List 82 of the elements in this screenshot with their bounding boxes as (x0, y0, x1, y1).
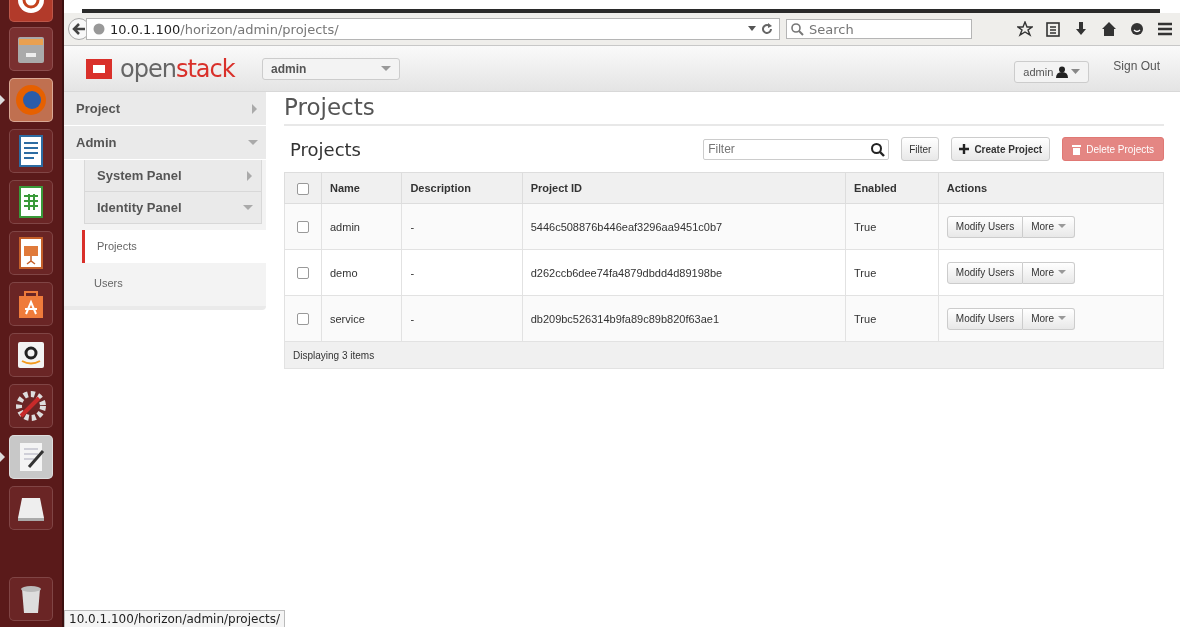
search-icon (871, 142, 886, 157)
table-cell: - (401, 249, 523, 296)
launcher-trash-button[interactable] (9, 577, 53, 621)
launcher-drive-button[interactable] (9, 486, 53, 530)
url-text: 10.0.1.100/horizon/admin/projects/ (110, 21, 339, 37)
menu-icon (1157, 21, 1173, 37)
sidebar-link[interactable]: Users (82, 267, 262, 300)
table-cell: 5446c508876b446eaf3296aa9451c0b7 (522, 203, 846, 250)
back-arrow-icon (72, 22, 86, 36)
download-arrow-icon (1073, 21, 1089, 37)
caret-right-icon (252, 103, 258, 114)
launcher-gear-wrench-button[interactable] (9, 384, 53, 428)
launcher-document-button[interactable] (9, 129, 53, 173)
search-field[interactable]: Search (786, 19, 972, 39)
caret-icon (381, 65, 391, 72)
openstack-logo-icon (84, 56, 114, 81)
more-dropdown-button[interactable]: More (1023, 307, 1075, 330)
launcher-notepad-pencil-button[interactable] (9, 435, 53, 479)
table-cell: True (845, 249, 939, 296)
modify-users-button[interactable]: Modify Users (946, 261, 1024, 284)
caret-icon (1057, 224, 1066, 229)
create-project-button[interactable]: Create Project (951, 137, 1051, 161)
caret-right-icon (247, 170, 253, 181)
sign-out-link[interactable]: Sign Out (1113, 58, 1160, 73)
column-header: Project ID (522, 172, 846, 204)
column-header: Name (321, 172, 402, 204)
plus-icon (959, 144, 970, 154)
launcher-shopping-bag-button[interactable] (9, 282, 53, 326)
caret-down-icon (243, 204, 253, 211)
launcher-spreadsheet-button[interactable] (9, 180, 53, 224)
caret-icon (1057, 316, 1066, 321)
checkbox[interactable] (297, 267, 309, 280)
sidebar-link[interactable]: Projects (82, 230, 268, 263)
home-icon (1101, 21, 1117, 37)
speech-bubble-icon (1129, 21, 1145, 37)
status-url-tooltip: 10.0.1.100/horizon/admin/projects/ (64, 610, 286, 627)
project-selector[interactable]: admin (262, 57, 400, 80)
launcher-drawer-button[interactable] (9, 27, 53, 71)
table-cell: admin (321, 203, 402, 250)
table-cell: d262ccb6dee74fa4879dbdd4d89198be (522, 249, 846, 296)
modify-users-button[interactable]: Modify Users (946, 307, 1024, 330)
user-icon (1056, 65, 1069, 78)
star-icon (1017, 21, 1033, 37)
modify-users-button[interactable]: Modify Users (946, 215, 1024, 238)
launcher-globe-button[interactable] (9, 78, 53, 122)
trash-icon (1072, 143, 1082, 155)
table-title: Projects (290, 138, 361, 160)
sidebar-item[interactable]: Project (64, 92, 266, 126)
checkbox[interactable] (297, 313, 309, 326)
filter-button[interactable]: Filter (901, 137, 940, 161)
search-icon (791, 23, 804, 36)
table-cell: True (845, 295, 939, 342)
launcher-smile-arrow-button[interactable] (9, 333, 53, 377)
checkbox[interactable] (297, 182, 309, 195)
clipboard-list-icon (1045, 21, 1061, 37)
filter-field[interactable]: Filter (703, 138, 890, 160)
sidebar-subitem[interactable]: Identity Panel (84, 192, 262, 224)
logo-text: openstack (120, 54, 235, 83)
user-menu-button[interactable]: admin (1014, 60, 1090, 83)
table-cell: - (401, 295, 523, 342)
address-bar[interactable]: 10.0.1.100/horizon/admin/projects/ (86, 18, 780, 40)
page-title: Projects (284, 94, 1164, 126)
globe-icon (93, 23, 105, 35)
column-header: Actions (938, 172, 1164, 204)
more-dropdown-button[interactable]: More (1023, 215, 1075, 238)
caret-icon (1071, 68, 1081, 75)
sidebar-subitem[interactable]: System Panel (84, 160, 262, 192)
table-cell: demo (321, 249, 402, 296)
column-header: Description (401, 172, 523, 204)
more-dropdown-button[interactable]: More (1023, 261, 1075, 284)
checkbox[interactable] (297, 221, 309, 234)
caret-down-icon (248, 139, 258, 146)
dropdown-caret-icon (748, 26, 756, 32)
item-count-text: Displaying 3 items (293, 349, 375, 361)
table-cell: service (321, 295, 402, 342)
reload-icon (761, 23, 773, 35)
table-cell: True (845, 203, 939, 250)
table-cell: db209bc526314b9fa89c89b820f63ae1 (522, 295, 846, 342)
table-cell: - (401, 203, 523, 250)
launcher-presentation-button[interactable] (9, 231, 53, 275)
caret-icon (1057, 270, 1066, 275)
column-header: Enabled (845, 172, 939, 204)
